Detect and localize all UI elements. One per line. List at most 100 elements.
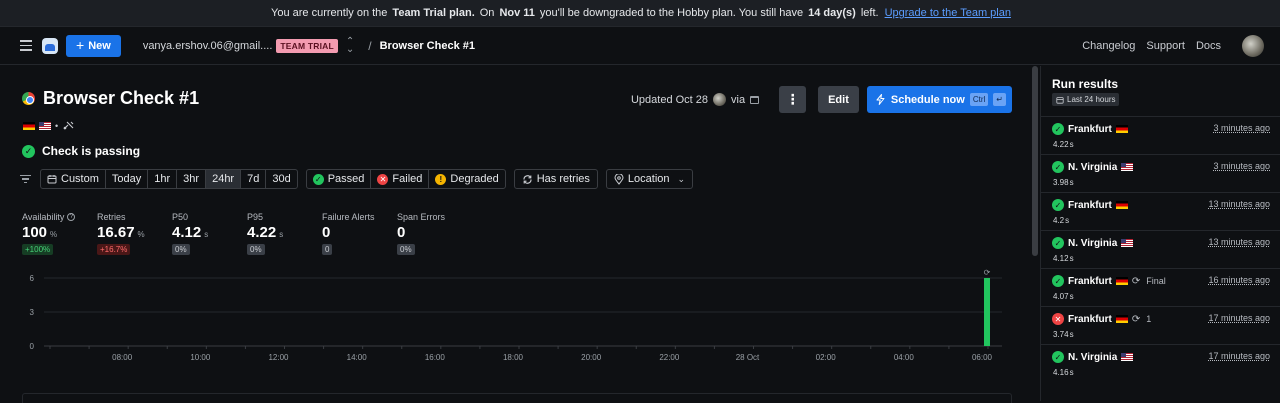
updated-label: Updated Oct 28	[630, 93, 709, 106]
run-duration-unit: s	[1069, 368, 1074, 377]
range-today[interactable]: Today	[106, 170, 149, 188]
run-result-item[interactable]: ✓ Frankfurt ⟳ Final 4.07s 16 minutes ago	[1041, 268, 1280, 306]
run-duration: 4.07	[1053, 292, 1069, 301]
metrics-row: Availability? 100% +100% Retries 16.67% …	[22, 212, 472, 255]
metric-label: Failure Alerts	[322, 212, 375, 222]
usa-flag-icon	[1121, 353, 1134, 361]
edit-button[interactable]: Edit	[818, 86, 859, 113]
metric-change: 0%	[397, 244, 415, 255]
range-3hr[interactable]: 3hr	[177, 170, 207, 188]
changelog-link[interactable]: Changelog	[1082, 40, 1135, 52]
metric-label: Span Errors	[397, 212, 446, 222]
support-link[interactable]: Support	[1146, 40, 1185, 52]
upgrade-link[interactable]: Upgrade to the Team plan	[885, 7, 1011, 19]
meta-bullet: •	[55, 120, 59, 131]
location-filter[interactable]: Location ⌄	[605, 169, 694, 189]
passed-icon: ✓	[1052, 161, 1064, 173]
run-result-item[interactable]: ✓ Frankfurt 4.2s 13 minutes ago	[1041, 192, 1280, 230]
metric-label: P50	[172, 212, 189, 222]
top-navigation: + New vanya.ershov.06@gmail.... TEAM TRI…	[0, 27, 1280, 65]
banner-pre: You are currently on the	[271, 7, 388, 19]
degraded-icon: !	[435, 173, 447, 185]
x-tick-label: 16:00	[425, 353, 446, 362]
metric-unit: %	[50, 230, 58, 239]
metric-change: 0%	[247, 244, 265, 255]
metric-failure-alerts: Failure Alerts 0 0	[322, 212, 397, 255]
schedule-now-button[interactable]: Schedule now Ctrl ↵	[866, 86, 1012, 113]
updated-info: Updated Oct 28 via	[631, 93, 771, 106]
run-time: 13 minutes ago	[1208, 199, 1270, 209]
metric-value: 0	[397, 224, 406, 241]
breadcrumb-current: Browser Check #1	[379, 39, 475, 52]
status-failed-label: Failed	[392, 173, 423, 185]
run-result-item[interactable]: ✓ N. Virginia 4.12s 13 minutes ago	[1041, 230, 1280, 268]
trial-banner: You are currently on the Team Trial plan…	[0, 0, 1280, 27]
schedule-now-label: Schedule now	[890, 93, 965, 106]
header-actions: Updated Oct 28 via ⋮ Edit Schedule now C…	[631, 86, 1012, 113]
y-tick-label: 3	[30, 308, 35, 317]
main-scrollbar[interactable]	[1032, 66, 1038, 256]
germany-flag-icon	[1115, 125, 1128, 133]
menu-icon[interactable]	[20, 40, 32, 51]
run-results-range[interactable]: Last 24 hours	[1052, 93, 1120, 106]
x-tick-label: 20:00	[581, 353, 602, 362]
checkly-logo-icon[interactable]	[42, 37, 58, 54]
calendar-icon	[750, 95, 760, 104]
x-tick-label: 28 Oct	[736, 353, 760, 362]
docs-link[interactable]: Docs	[1196, 40, 1221, 52]
chart-bar-passed	[984, 278, 990, 346]
run-time: 3 minutes ago	[1213, 161, 1270, 171]
failed-icon: ✕	[377, 173, 389, 185]
banner-plan: Team Trial plan.	[392, 7, 475, 19]
passed-icon: ✓	[1052, 351, 1064, 363]
run-result-item[interactable]: ✓ N. Virginia 4.16s 17 minutes ago	[1041, 344, 1280, 382]
more-options-button[interactable]: ⋮	[779, 86, 807, 113]
run-location: N. Virginia	[1068, 161, 1118, 173]
updated-via: via	[731, 93, 746, 106]
germany-flag-icon	[23, 121, 35, 130]
run-result-item[interactable]: ✓ Frankfurt 4.22s 3 minutes ago	[1041, 116, 1280, 154]
run-note: Final	[1146, 276, 1166, 286]
has-retries-label: Has retries	[536, 173, 590, 185]
filter-icon[interactable]	[20, 175, 31, 183]
has-retries-filter[interactable]: Has retries	[513, 169, 598, 189]
range-30d[interactable]: 30d	[266, 170, 296, 188]
germany-flag-icon	[1115, 277, 1128, 285]
run-duration-unit: s	[1065, 216, 1070, 225]
breadcrumb-separator: /	[368, 38, 372, 53]
check-status: ✓ Check is passing	[22, 144, 140, 158]
new-button[interactable]: + New	[66, 34, 121, 57]
failed-icon: ✕	[1052, 313, 1064, 325]
user-avatar[interactable]	[1242, 34, 1264, 57]
range-custom-label: Custom	[61, 173, 99, 185]
run-location: N. Virginia	[1068, 351, 1118, 363]
account-switcher[interactable]: vanya.ershov.06@gmail....	[143, 40, 273, 52]
chevron-up-down-icon[interactable]: ⌃ ⌄	[346, 36, 354, 54]
range-1hr[interactable]: 1hr	[148, 170, 178, 188]
run-location: Frankfurt	[1068, 123, 1112, 135]
x-tick-label: 04:00	[894, 353, 915, 362]
status-degraded[interactable]: ! Degraded	[429, 170, 504, 188]
range-custom[interactable]: Custom	[41, 170, 106, 188]
info-icon[interactable]: ?	[67, 213, 76, 221]
status-failed[interactable]: ✕ Failed	[371, 170, 430, 188]
passed-icon: ✓	[1052, 237, 1064, 249]
usa-flag-icon	[1121, 239, 1134, 247]
range-7d[interactable]: 7d	[241, 170, 267, 188]
edit-button-label: Edit	[828, 93, 849, 106]
metric-label: P95	[247, 212, 264, 222]
passed-icon: ✓	[312, 173, 324, 185]
status-passed[interactable]: ✓ Passed	[307, 170, 372, 188]
germany-flag-icon	[1115, 315, 1128, 323]
run-duration-unit: s	[1069, 178, 1074, 187]
run-duration: 4.22	[1053, 140, 1069, 149]
range-24hr[interactable]: 24hr	[206, 170, 242, 188]
run-duration-unit: s	[1069, 292, 1074, 301]
metric-availability: Availability? 100% +100%	[22, 212, 97, 255]
metric-unit: %	[137, 230, 145, 239]
run-result-item[interactable]: ✕ Frankfurt ⟳ 1 3.74s 17 minutes ago	[1041, 306, 1280, 344]
run-result-item[interactable]: ✓ N. Virginia 3.98s 3 minutes ago	[1041, 154, 1280, 192]
metric-value: 0	[322, 224, 331, 241]
banner-on: On	[479, 7, 495, 19]
retry-icon: ⟳	[1131, 275, 1141, 287]
